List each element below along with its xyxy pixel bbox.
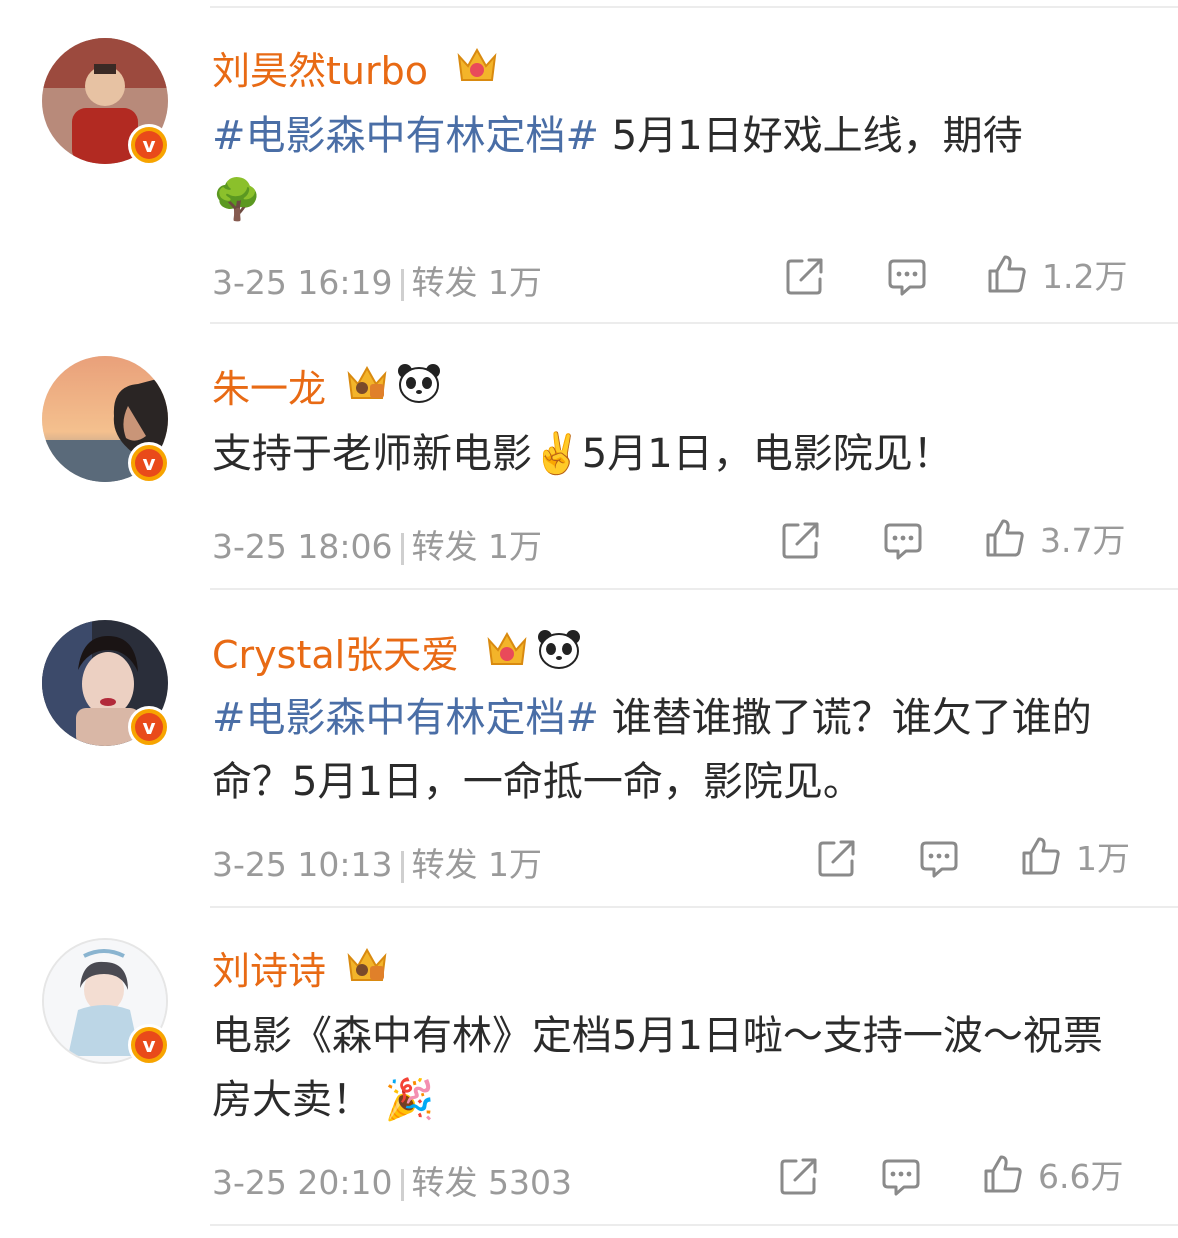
hashtag-link[interactable]: #电影森中有林定档#	[212, 113, 599, 159]
comment-button[interactable]	[882, 518, 924, 562]
comment-icon	[882, 1159, 920, 1196]
thumbs-up-icon	[988, 255, 1026, 293]
comment-button[interactable]	[886, 254, 928, 298]
crown-badge-icon[interactable]	[484, 628, 530, 670]
badge-group	[344, 944, 390, 986]
share-icon	[780, 1158, 817, 1195]
post-text: #电影森中有林定档# 5月1日好戏上线，期待 🌳	[212, 104, 1142, 232]
repost-count: 1万	[488, 527, 542, 566]
like-button[interactable]: 1万	[1020, 834, 1130, 878]
author-name[interactable]: Crystal张天爱	[212, 624, 459, 679]
post-divider	[210, 588, 1178, 590]
badge-group	[484, 628, 582, 670]
repost-label: 转发	[411, 263, 478, 302]
meta-divider	[400, 1168, 404, 1201]
post-meta: 3-25 20:10 转发 5303	[212, 1156, 572, 1204]
post-text: 电影《森中有林》定档5月1日啦～支持一波～祝票房大卖！ 🎉	[212, 1004, 1142, 1132]
like-count: 3.7万	[1040, 521, 1126, 560]
post-text-main: 支持于老师新电影✌️5月1日，电影院见！	[212, 431, 953, 477]
like-count: 1.2万	[1042, 257, 1128, 296]
author-name[interactable]: 朱一龙	[212, 358, 326, 413]
post-divider	[210, 322, 1178, 324]
post-text: 支持于老师新电影✌️5月1日，电影院见！	[212, 422, 1142, 486]
author-name[interactable]: 刘诗诗	[212, 940, 326, 995]
panda-icon[interactable]	[396, 362, 442, 404]
share-icon	[818, 840, 855, 877]
post-text-main: 5月1日好戏上线，期待	[599, 113, 1023, 159]
hashtag-link[interactable]: #电影森中有林定档#	[212, 695, 599, 741]
verified-badge-icon: v	[128, 124, 170, 166]
repost-label: 转发	[411, 845, 478, 884]
crown-badge-icon[interactable]	[344, 362, 390, 404]
repost-count: 5303	[488, 1163, 572, 1202]
badge-group	[344, 362, 442, 404]
post-time: 3-25 18:06	[212, 527, 393, 566]
repost-count: 1万	[488, 263, 542, 302]
meta-divider	[400, 268, 404, 301]
like-button[interactable]: 6.6万	[982, 1152, 1123, 1196]
like-button[interactable]: 1.2万	[986, 252, 1127, 296]
share-icon	[786, 258, 823, 295]
share-button[interactable]	[816, 836, 858, 880]
post-meta: 3-25 10:13 转发 1万	[212, 838, 542, 886]
post-text: #电影森中有林定档# 谁替谁撒了谎？谁欠了谁的命？5月1日，一命抵一命，影院见。	[212, 686, 1142, 814]
crown-badge-icon[interactable]	[344, 944, 390, 986]
like-button[interactable]: 3.7万	[984, 516, 1125, 560]
like-count: 1万	[1076, 839, 1130, 878]
comment-icon	[888, 259, 926, 296]
top-divider	[210, 6, 1178, 8]
post-time: 3-25 16:19	[212, 263, 393, 302]
meta-divider	[400, 850, 404, 883]
author-name[interactable]: 刘昊然turbo	[212, 40, 428, 95]
repost-count: 1万	[488, 845, 542, 884]
like-count: 6.6万	[1038, 1157, 1124, 1196]
party-popper-emoji-icon: 🎉	[384, 1077, 435, 1123]
comment-icon	[884, 523, 922, 560]
comment-button[interactable]	[918, 836, 960, 880]
thumbs-up-icon	[984, 1155, 1022, 1193]
repost-label: 转发	[411, 1163, 478, 1202]
comment-icon	[920, 841, 958, 878]
crown-badge-icon[interactable]	[454, 44, 500, 86]
post-time: 3-25 10:13	[212, 845, 393, 884]
post-divider	[210, 906, 1178, 908]
verified-badge-icon: v	[128, 442, 170, 484]
post-divider	[210, 1224, 1178, 1226]
share-button[interactable]	[780, 518, 822, 562]
badge-group	[454, 44, 500, 86]
meta-divider	[400, 532, 404, 565]
repost-label: 转发	[411, 527, 478, 566]
post-text-main: 电影《森中有林》定档5月1日啦～支持一波～祝票房大卖！	[212, 1013, 1103, 1123]
share-icon	[782, 522, 819, 559]
share-button[interactable]	[778, 1154, 820, 1198]
panda-icon[interactable]	[536, 628, 582, 670]
thumbs-up-icon	[1022, 837, 1060, 875]
post-meta: 3-25 16:19 转发 1万	[212, 256, 542, 304]
tree-emoji-icon: 🌳	[212, 177, 262, 223]
thumbs-up-icon	[986, 519, 1024, 557]
post-time: 3-25 20:10	[212, 1163, 393, 1202]
share-button[interactable]	[784, 254, 826, 298]
post-meta: 3-25 18:06 转发 1万	[212, 520, 542, 568]
verified-badge-icon: v	[128, 706, 170, 748]
comment-button[interactable]	[880, 1154, 922, 1198]
verified-badge-icon: v	[128, 1024, 170, 1066]
